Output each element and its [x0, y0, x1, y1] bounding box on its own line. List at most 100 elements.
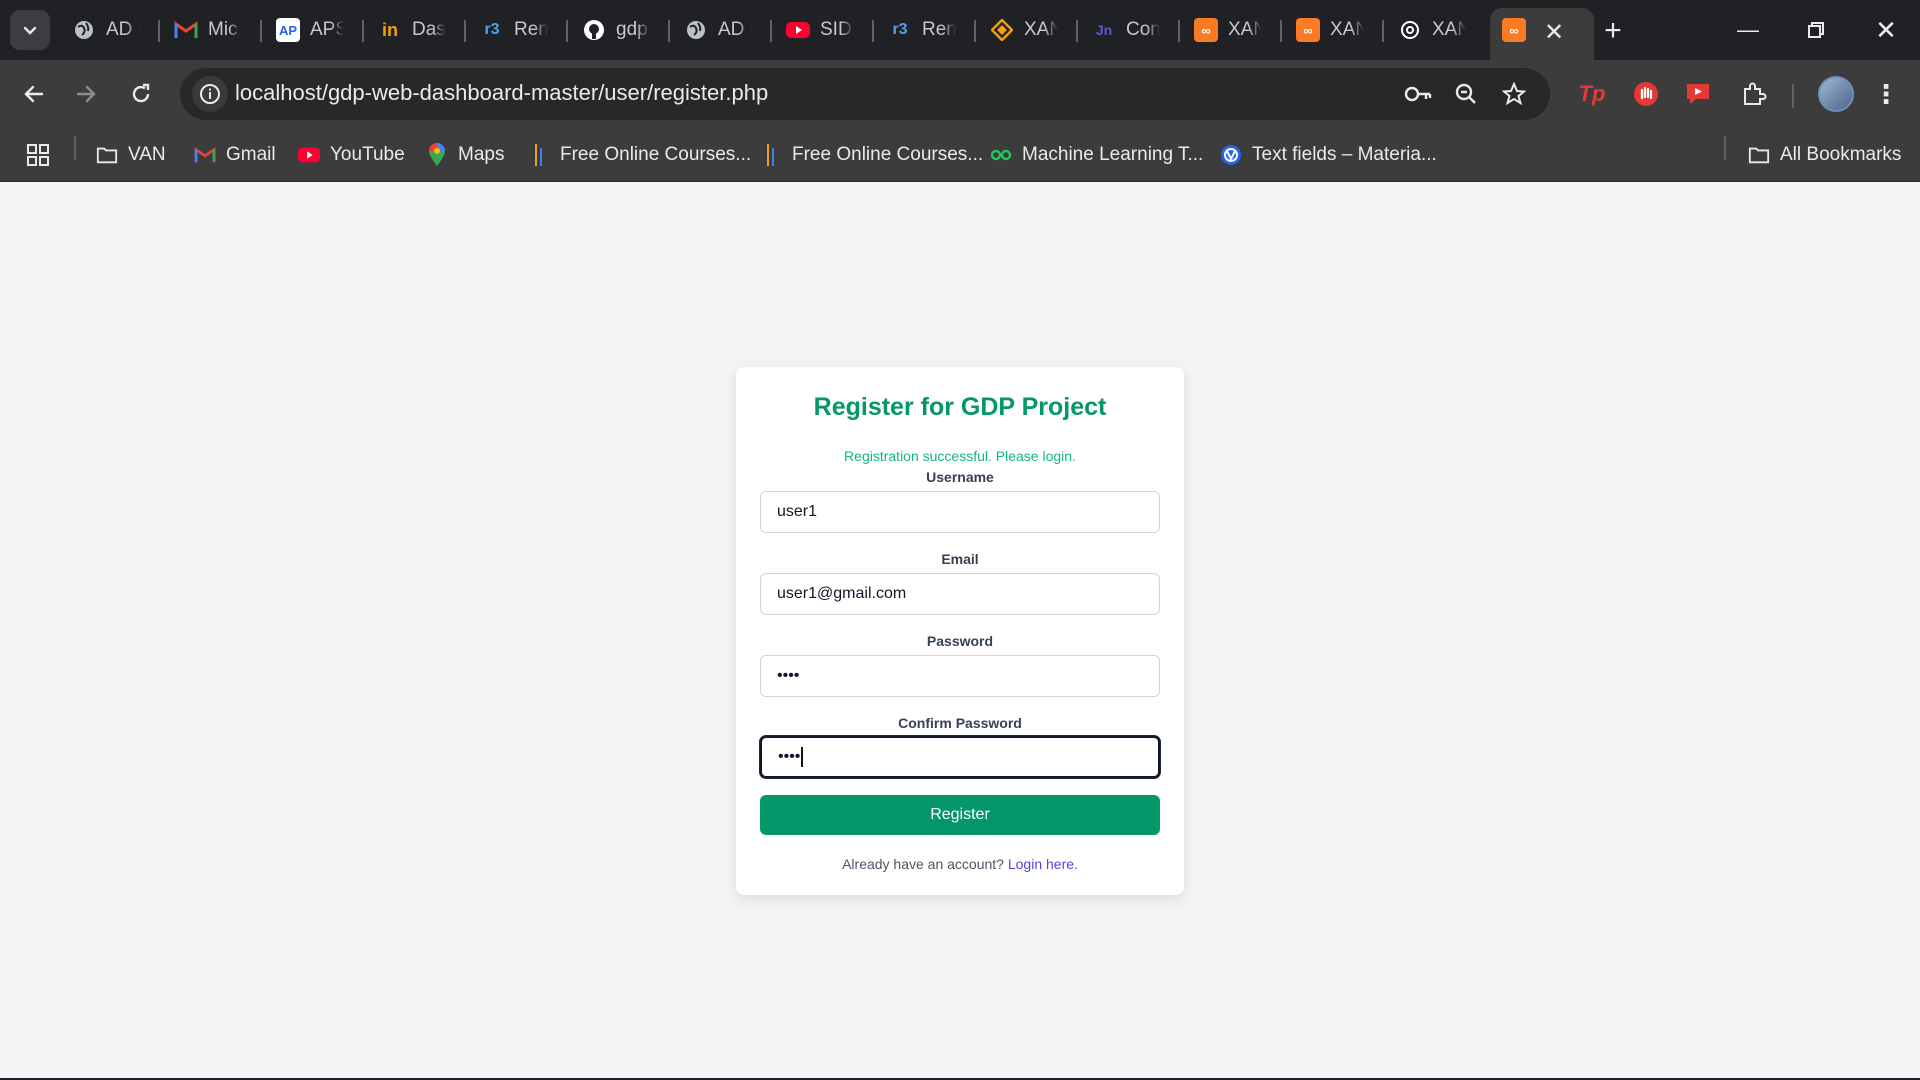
toolbar-separator — [1792, 84, 1794, 108]
maps-icon — [426, 143, 448, 166]
login-prompt: Already have an account? Login here. — [736, 856, 1184, 872]
tab[interactable]: ∞ XAN — [1284, 10, 1384, 50]
bookmark-label: Maps — [458, 144, 505, 165]
username-field[interactable]: user1 — [760, 491, 1160, 533]
tab[interactable]: Mic — [162, 10, 262, 50]
bookmarks-separator — [1724, 136, 1726, 160]
text-caret — [801, 747, 804, 767]
chevron-down-icon — [23, 26, 37, 35]
tab-separator — [872, 20, 874, 42]
tab-separator — [464, 20, 466, 42]
site-info-icon[interactable] — [192, 76, 228, 112]
tab[interactable]: gdp — [570, 10, 670, 50]
more-menu-icon[interactable]: ⋮ — [1868, 76, 1904, 112]
tab-title: Mic — [208, 19, 238, 40]
folder-icon — [96, 144, 118, 166]
tab-separator — [1076, 20, 1078, 42]
tab[interactable]: ∞ XAN — [1182, 10, 1282, 50]
new-tab-button[interactable]: + — [1596, 14, 1630, 48]
tab-separator — [260, 20, 262, 42]
tab-separator — [362, 20, 364, 42]
globe-icon — [684, 18, 708, 42]
bookmark-item[interactable]: Free Online Courses... — [528, 138, 751, 172]
tab-title: SIDI — [820, 19, 854, 40]
tab[interactable]: XAN — [1386, 10, 1486, 50]
tab-title: XAN — [1228, 19, 1262, 40]
tab[interactable]: AP APS — [264, 10, 364, 50]
folder-icon — [1748, 144, 1770, 166]
aps-icon: AP — [276, 18, 300, 42]
minimize-window-icon[interactable]: — — [1720, 8, 1776, 52]
close-tab-icon[interactable]: ✕ — [1540, 18, 1568, 46]
tab[interactable]: r3 Ren — [876, 10, 976, 50]
password-key-icon[interactable] — [1402, 78, 1434, 110]
tab[interactable]: in Dasl — [366, 10, 466, 50]
email-field[interactable]: user1@gmail.com — [760, 573, 1160, 615]
password-field[interactable]: •••• — [760, 655, 1160, 697]
username-value: user1 — [777, 503, 818, 520]
username-label: Username — [926, 469, 994, 485]
forward-button[interactable] — [66, 74, 106, 114]
tab-title: Dasl — [412, 19, 446, 40]
register-card: Register for GDP Project Registration su… — [736, 367, 1184, 895]
page-title: Register for GDP Project — [813, 393, 1107, 421]
render-icon: r3 — [484, 21, 500, 38]
bookmark-item[interactable]: VAN — [96, 138, 166, 172]
gmail-icon — [194, 144, 216, 166]
tab-title: XAN — [1432, 19, 1466, 40]
zoom-icon[interactable] — [1450, 78, 1482, 110]
bookmark-item[interactable]: Maps — [426, 138, 504, 172]
reload-icon — [132, 83, 150, 103]
tp-extension-icon[interactable]: Tp — [1574, 76, 1610, 112]
url-text[interactable]: localhost/gdp-web-dashboard-master/user/… — [235, 80, 768, 106]
address-bar[interactable]: localhost/gdp-web-dashboard-master/user/… — [180, 68, 1550, 120]
github-icon — [582, 18, 606, 42]
tab-title: AD ( — [718, 19, 752, 40]
close-window-icon[interactable]: ✕ — [1858, 8, 1914, 52]
all-bookmarks-label: All Bookmarks — [1780, 144, 1902, 165]
xampp-icon: ∞ — [1194, 18, 1218, 42]
tab[interactable]: Jn Con — [1080, 10, 1180, 50]
confirm-password-label: Confirm Password — [898, 715, 1022, 731]
tab[interactable]: r3 Ren — [468, 10, 568, 50]
tab-title: XAN — [1330, 19, 1364, 40]
all-bookmarks-button[interactable]: All Bookmarks — [1748, 138, 1901, 172]
login-link[interactable]: Login here. — [1008, 856, 1078, 872]
youtube-icon — [786, 18, 810, 42]
tab-separator — [566, 20, 568, 42]
tab[interactable]: AD ( — [60, 10, 160, 50]
dashboard-icon: in — [382, 19, 398, 40]
tab[interactable]: XAN — [978, 10, 1078, 50]
email-label: Email — [941, 551, 979, 567]
extensions-puzzle-icon[interactable] — [1736, 76, 1772, 112]
tab-title: gdp — [616, 19, 648, 40]
openai-icon — [1398, 18, 1422, 42]
tab-title: Con — [1126, 19, 1160, 40]
tab[interactable]: SIDI — [774, 10, 874, 50]
tab-strip: AD ( Mic AP APS in Dasl r3 Ren gdp — [0, 0, 1920, 60]
bookmark-item[interactable]: Machine Learning T... — [990, 138, 1203, 172]
video-extension-icon[interactable] — [1680, 76, 1716, 112]
bookmark-label: YouTube — [330, 144, 405, 165]
apps-grid-icon[interactable] — [26, 138, 50, 172]
gmail-icon — [174, 18, 198, 42]
tab-separator — [158, 20, 160, 42]
password-label: Password — [926, 633, 994, 649]
confirm-password-field[interactable]: •••• — [760, 736, 1160, 778]
password-value: •••• — [777, 667, 800, 684]
bookmark-star-icon[interactable] — [1498, 78, 1530, 110]
tab-title: AD ( — [106, 19, 140, 40]
jira-icon: Jn — [1095, 22, 1113, 38]
bookmark-item[interactable]: YouTube — [298, 138, 405, 172]
bookmark-item[interactable]: Free Online Courses... — [760, 138, 983, 172]
tab[interactable]: AD ( — [672, 10, 772, 50]
register-button[interactable]: Register — [760, 795, 1160, 835]
bookmark-item[interactable]: Text fields – Materia... — [1220, 138, 1437, 172]
tab-search-button[interactable] — [10, 10, 50, 50]
hand-extension-icon[interactable] — [1628, 76, 1664, 112]
back-button[interactable] — [14, 74, 54, 114]
bookmark-item[interactable]: Gmail — [194, 138, 276, 172]
profile-avatar[interactable] — [1818, 76, 1854, 112]
reload-button[interactable] — [121, 74, 161, 114]
restore-window-icon[interactable] — [1788, 8, 1844, 52]
